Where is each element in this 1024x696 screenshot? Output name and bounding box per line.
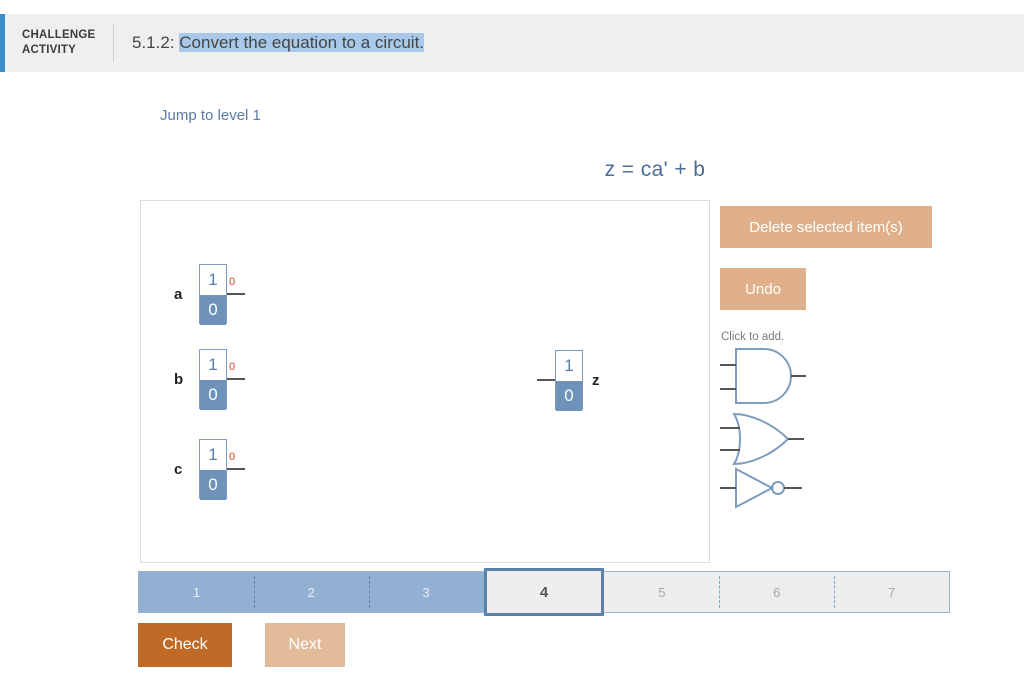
toggle-high-a[interactable]: 1 <box>200 265 226 295</box>
input-toggle-a[interactable]: 1 0 <box>199 264 227 325</box>
delete-selected-items-button[interactable]: Delete selected item(s) <box>720 206 932 248</box>
output-label-z: z <box>592 372 600 389</box>
and-gate[interactable] <box>716 345 806 412</box>
not-gate[interactable] <box>716 465 806 516</box>
input-label-a: a <box>174 286 183 303</box>
input-node-b[interactable]: b 1 0 0 <box>174 349 245 411</box>
jump-to-level-link[interactable]: Jump to level 1 <box>160 107 261 124</box>
input-value-c: 0 <box>229 451 236 463</box>
output-wire-a <box>227 293 245 295</box>
activity-title-text: Convert the equation to a circuit. <box>179 33 425 52</box>
input-toggle-c[interactable]: 1 0 <box>199 439 227 500</box>
output-node-z[interactable]: 1 0 z <box>537 350 605 412</box>
not-gate-icon <box>720 467 802 509</box>
toggle-high-z[interactable]: 1 <box>556 351 582 381</box>
or-gate-icon <box>720 412 804 466</box>
input-value-a: 0 <box>229 276 236 288</box>
activity-number: 5.1.2: <box>132 33 175 52</box>
output-toggle-z[interactable]: 1 0 <box>555 350 583 411</box>
input-label-c: c <box>174 461 183 478</box>
toggle-high-b[interactable]: 1 <box>200 350 226 380</box>
toggle-low-c[interactable]: 0 <box>200 470 226 500</box>
input-value-b: 0 <box>229 361 236 373</box>
input-wire-z <box>537 379 555 381</box>
next-button[interactable]: Next <box>265 623 345 667</box>
or-gate[interactable] <box>716 411 806 472</box>
circuit-canvas[interactable]: a 1 0 0 b 1 0 0 c 1 0 0 1 0 z <box>140 200 710 563</box>
challenge-activity-badge: CHALLENGE ACTIVITY <box>5 28 113 58</box>
check-button[interactable]: Check <box>138 623 232 667</box>
progress-step-6[interactable]: 6 <box>719 572 835 612</box>
toggle-low-z[interactable]: 0 <box>556 381 582 411</box>
badge-line-2: ACTIVITY <box>22 44 76 56</box>
progress-step-3[interactable]: 3 <box>368 572 484 612</box>
equation-label: z = ca' + b <box>604 158 706 181</box>
toggle-low-b[interactable]: 0 <box>200 380 226 410</box>
progress-step-1[interactable]: 1 <box>139 572 254 612</box>
undo-button[interactable]: Undo <box>720 268 806 310</box>
progress-step-4[interactable]: 4 <box>483 568 605 616</box>
progress-step-5[interactable]: 5 <box>604 572 720 612</box>
badge-line-1: CHALLENGE <box>22 28 96 41</box>
progress-step-7[interactable]: 7 <box>834 572 950 612</box>
toggle-high-c[interactable]: 1 <box>200 440 226 470</box>
input-label-b: b <box>174 371 184 388</box>
challenge-activity-header: CHALLENGE ACTIVITY 5.1.2: Convert the eq… <box>0 14 1024 72</box>
gate-palette <box>716 345 816 515</box>
and-gate-icon <box>720 348 806 404</box>
page-title: 5.1.2: Convert the equation to a circuit… <box>114 33 425 53</box>
output-wire-c <box>227 468 245 470</box>
toggle-low-a[interactable]: 0 <box>200 295 226 325</box>
input-toggle-b[interactable]: 1 0 <box>199 349 227 410</box>
progress-step-2[interactable]: 2 <box>253 572 369 612</box>
palette-hint-label: Click to add. <box>721 331 785 343</box>
input-node-c[interactable]: c 1 0 0 <box>174 439 245 501</box>
output-wire-b <box>227 378 245 380</box>
level-progress-bar[interactable]: 1 2 3 4 5 6 7 <box>138 568 950 616</box>
input-node-a[interactable]: a 1 0 0 <box>174 264 245 326</box>
